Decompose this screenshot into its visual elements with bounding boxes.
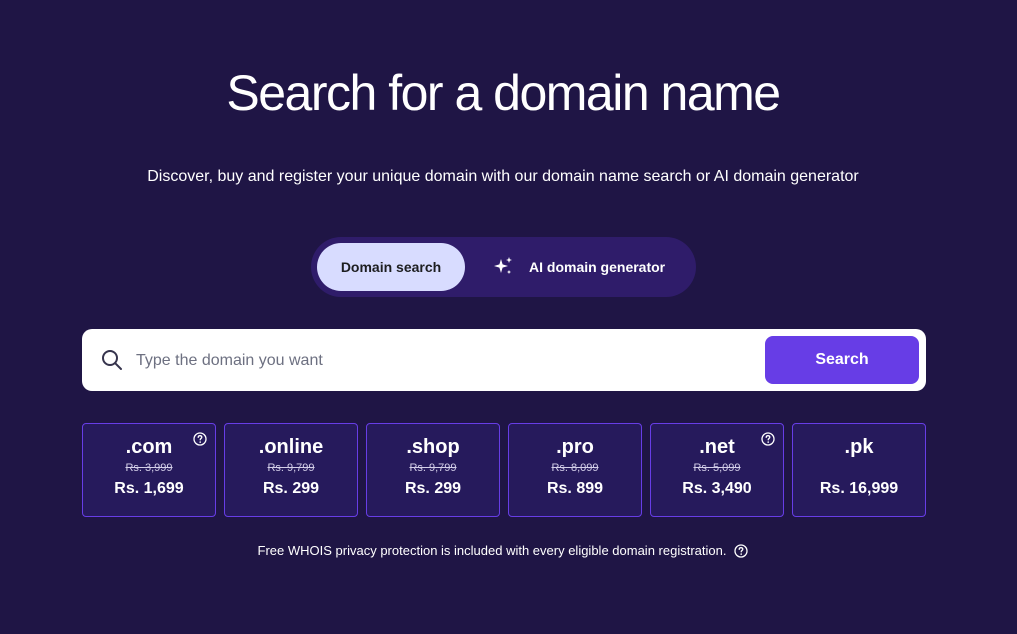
tld-name: .pk xyxy=(844,436,874,458)
tld-card-pro[interactable]: .pro Rs. 8,099 Rs. 899 xyxy=(508,423,642,517)
tld-old-price: Rs. 9,799 xyxy=(267,462,315,474)
tld-price: Rs. 899 xyxy=(546,480,604,497)
tld-price: Rs. 299 xyxy=(404,480,462,497)
page-subtitle: Discover, buy and register your unique d… xyxy=(147,168,859,185)
help-circle-icon[interactable] xyxy=(734,544,749,558)
tld-old-price: Rs. 5,099 xyxy=(693,462,741,474)
tld-price: Rs. 1,699 xyxy=(114,480,184,497)
tab-ai-domain-generator-label: AI domain generator xyxy=(529,259,666,275)
tld-price: Rs. 16,999 xyxy=(819,480,899,497)
tld-name: .shop xyxy=(406,436,460,458)
tab-domain-search[interactable]: Domain search xyxy=(317,243,465,291)
search-button[interactable]: Search xyxy=(765,336,919,384)
tld-card-com[interactable]: .com Rs. 3,999 Rs. 1,699 xyxy=(82,423,216,517)
tld-name: .online xyxy=(258,436,324,458)
tld-old-price: Rs. 8,099 xyxy=(551,462,599,474)
tld-card-shop[interactable]: .shop Rs. 9,799 Rs. 299 xyxy=(366,423,500,517)
domain-search-input[interactable] xyxy=(134,344,758,378)
tab-domain-search-label: Domain search xyxy=(340,259,442,275)
tld-price-list: .com Rs. 3,999 Rs. 1,699 .online Rs. 9,7… xyxy=(82,423,926,517)
tld-name: .pro xyxy=(556,436,594,458)
tld-card-online[interactable]: .online Rs. 9,799 Rs. 299 xyxy=(224,423,358,517)
sparkle-icon xyxy=(494,257,512,274)
help-circle-icon[interactable] xyxy=(193,432,207,446)
whois-privacy-note: Free WHOIS privacy protection is include… xyxy=(0,541,1006,561)
tld-price: Rs. 299 xyxy=(262,480,320,497)
tld-old-price: Rs. 9,799 xyxy=(409,462,457,474)
tld-card-pk[interactable]: .pk Rs. 16,999 xyxy=(792,423,926,517)
tld-old-price: Rs. 3,999 xyxy=(125,462,173,474)
whois-privacy-text: Free WHOIS privacy protection is include… xyxy=(257,543,727,558)
tld-card-net[interactable]: .net Rs. 5,099 Rs. 3,490 xyxy=(650,423,784,517)
search-mode-toggle: Domain search AI domain generator xyxy=(311,237,696,297)
tld-price: Rs. 3,490 xyxy=(682,480,752,497)
help-circle-icon[interactable] xyxy=(761,432,775,446)
tab-ai-domain-generator[interactable]: AI domain generator xyxy=(481,243,686,291)
search-icon xyxy=(102,350,122,370)
page-title: Search for a domain name xyxy=(226,65,781,121)
domain-search-bar: Search xyxy=(82,329,926,391)
